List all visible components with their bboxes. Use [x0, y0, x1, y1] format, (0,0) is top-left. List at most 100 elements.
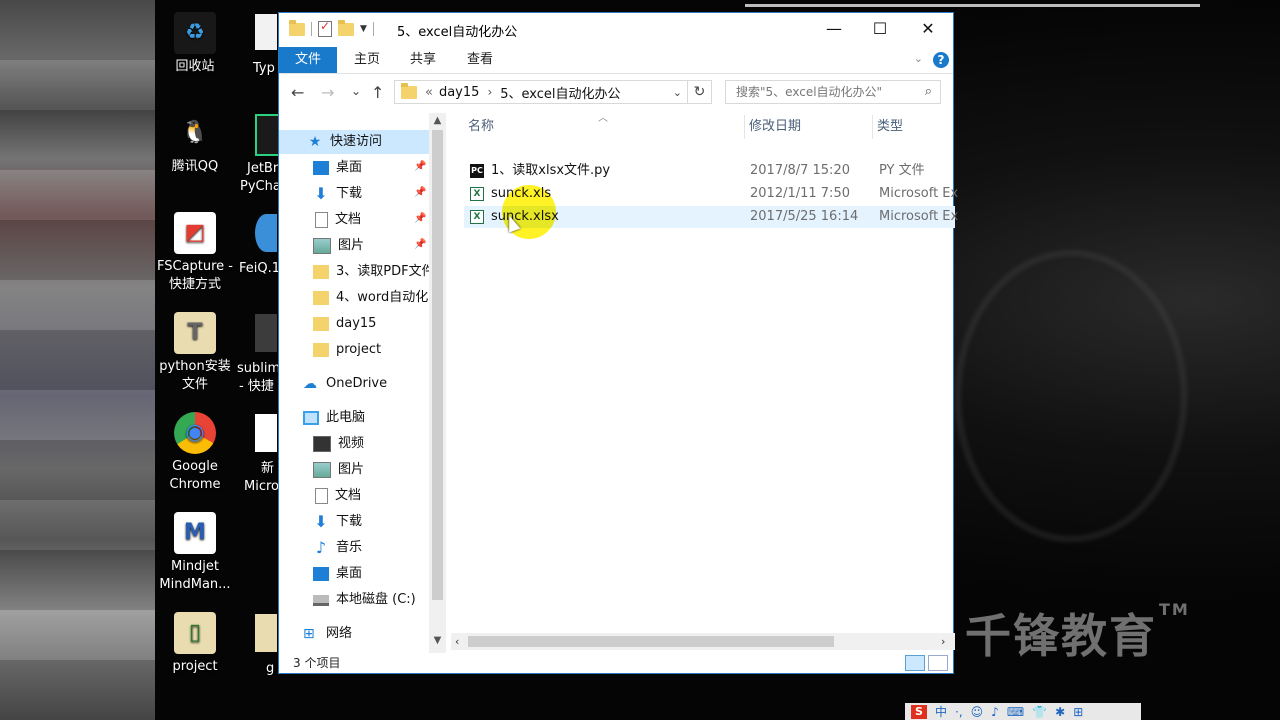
search-input[interactable]: 搜索"5、excel自动化办公" ⌕ — [725, 80, 941, 104]
nav-item-downloads[interactable]: ⬇ 下载 — [279, 182, 362, 206]
file-row[interactable]: PC 1、读取xlsx文件.py 2017/8/7 15:20 PY 文件 — [464, 160, 955, 182]
ime-item[interactable]: ⌨ — [1007, 705, 1024, 719]
desktop-icon-chrome[interactable]: ◉ Google Chrome — [155, 412, 235, 494]
nav-item-pictures[interactable]: 图片 — [279, 234, 364, 258]
customize-toolbar-dropdown-icon[interactable]: ▼ — [360, 24, 367, 34]
desktop-icon-python-installer[interactable]: T python安装文件 — [155, 312, 235, 394]
nav-item-pc-downloads[interactable]: ⬇ 下载 — [279, 510, 362, 534]
desktop-icon-label: project — [172, 659, 218, 674]
desktop-icon-label: Google Chrome — [169, 459, 221, 492]
nav-item-folder-pdf[interactable]: 3、读取PDF文件 — [279, 260, 429, 284]
cloud-icon: ☁ — [303, 376, 317, 392]
breadcrumb-day15[interactable]: day15 — [439, 85, 479, 100]
tab-home[interactable]: 主页 — [341, 49, 393, 71]
pictures-icon — [313, 238, 331, 254]
status-bar: 3 个项目 — [279, 653, 953, 674]
recent-locations-dropdown[interactable]: ⌄ — [351, 84, 361, 98]
file-list: ︿ 名称 修改日期 类型 PC 1、读取xlsx文件.py 2017/8/7 1… — [446, 113, 958, 653]
folder-icon — [313, 343, 329, 357]
breadcrumb-separator-icon[interactable]: › — [487, 85, 492, 99]
navigation-pane: ★ 快速访问 桌面 📌 ⬇ 下载 📌 文档 📌 图片 📌 3、读取PDF文件 4、w… — [279, 113, 429, 653]
tab-share[interactable]: 共享 — [397, 49, 449, 71]
partial-app-icon — [255, 414, 277, 452]
ime-item[interactable]: ·, — [955, 705, 963, 719]
forward-button[interactable]: → — [321, 83, 334, 102]
maximize-button[interactable]: ☐ — [857, 13, 903, 43]
pin-icon[interactable]: 📌 — [414, 239, 426, 250]
ime-item[interactable]: 👕 — [1032, 705, 1047, 719]
help-icon[interactable]: ? — [933, 52, 949, 68]
nav-item-quick-access[interactable]: ★ 快速访问 — [279, 130, 429, 154]
file-date: 2012/1/11 7:50 — [750, 186, 850, 201]
partial-icon-label: JetBr — [247, 161, 279, 176]
column-header-date[interactable]: 修改日期 — [749, 113, 801, 141]
tab-file[interactable]: 文件 — [279, 47, 337, 73]
details-view-button[interactable] — [905, 655, 925, 671]
new-folder-icon[interactable] — [338, 19, 354, 36]
back-button[interactable]: ← — [291, 83, 304, 102]
title-bar[interactable]: ▼ 5、excel自动化办公 — ☐ ✕ — [279, 13, 953, 45]
file-list-horizontal-scrollbar[interactable]: ‹ › — [451, 633, 955, 650]
pin-icon[interactable]: 📌 — [414, 161, 426, 172]
scroll-left-arrow-icon[interactable]: ‹ — [455, 633, 459, 650]
column-divider[interactable] — [744, 115, 745, 139]
minimize-button[interactable]: — — [811, 13, 857, 43]
sogou-ime-icon[interactable]: S — [911, 704, 927, 719]
nav-item-folder-day15[interactable]: day15 — [279, 312, 376, 336]
column-divider[interactable] — [872, 115, 873, 139]
pin-icon[interactable]: 📌 — [414, 187, 426, 198]
nav-item-network[interactable]: ⊞ 网络 — [279, 622, 352, 646]
column-header-name[interactable]: 名称 — [468, 113, 494, 141]
ime-toolbar[interactable]: S 中 ·, ☺ ♪ ⌨ 👕 ✱ ⊞ — [905, 703, 1141, 720]
nav-item-pc-documents[interactable]: 文档 — [279, 484, 361, 508]
desktop-icon-mindjet[interactable]: M Mindjet MindMan... — [155, 512, 235, 594]
nav-item-pc-desktop[interactable]: 桌面 — [279, 562, 362, 586]
nav-item-music[interactable]: ♪ 音乐 — [279, 536, 362, 560]
desktop-icon-fscapture[interactable]: ◩ FSCapture - 快捷方式 — [155, 212, 235, 294]
ime-item[interactable]: 中 — [935, 703, 947, 720]
scroll-up-arrow-icon[interactable]: ▲ — [429, 115, 446, 126]
search-icon[interactable]: ⌕ — [925, 81, 932, 103]
download-icon: ⬇ — [314, 512, 328, 531]
expand-ribbon-chevron-icon[interactable]: ⌄ — [914, 52, 923, 65]
nav-label: 本地磁盘 (C:) — [336, 592, 416, 607]
ime-item[interactable]: ♪ — [991, 705, 999, 719]
breadcrumb-overflow[interactable]: « — [425, 85, 433, 100]
nav-item-desktop[interactable]: 桌面 — [279, 156, 362, 180]
breadcrumb-current[interactable]: 5、excel自动化办公 — [500, 83, 620, 102]
up-button[interactable]: ↑ — [371, 83, 384, 102]
address-dropdown-chevron-icon[interactable]: ⌄ — [673, 86, 682, 99]
ime-item[interactable]: ✱ — [1055, 705, 1065, 719]
nav-label: 快速访问 — [330, 134, 383, 149]
refresh-button[interactable]: ↻ — [688, 80, 712, 104]
scroll-right-arrow-icon[interactable]: › — [941, 633, 945, 650]
nav-item-onedrive[interactable]: ☁ OneDrive — [279, 372, 387, 396]
nav-item-folder-project[interactable]: project — [279, 338, 381, 362]
pin-icon[interactable]: 📌 — [414, 213, 426, 224]
properties-icon[interactable] — [318, 19, 332, 37]
ime-item[interactable]: ☺ — [971, 705, 984, 719]
nav-label: 桌面 — [336, 566, 363, 581]
file-name: 1、读取xlsx文件.py — [491, 163, 611, 178]
tab-view[interactable]: 查看 — [454, 49, 506, 71]
desktop-icon-recycle-bin[interactable]: ♻ 回收站 — [155, 12, 235, 76]
partial-icon-label: Micro — [244, 479, 279, 494]
scrollbar-thumb[interactable] — [432, 130, 443, 600]
nav-item-this-pc[interactable]: 此电脑 — [279, 406, 365, 430]
scrollbar-thumb[interactable] — [468, 636, 834, 647]
hard-drive-icon — [313, 594, 329, 606]
close-button[interactable]: ✕ — [905, 13, 951, 43]
nav-item-documents[interactable]: 文档 — [279, 208, 361, 232]
column-header-type[interactable]: 类型 — [877, 113, 903, 141]
ime-item[interactable]: ⊞ — [1073, 705, 1083, 719]
desktop-icon-project[interactable]: ▯ project — [155, 612, 235, 676]
desktop-icon-qq[interactable]: 🐧 腾讯QQ — [155, 112, 235, 176]
nav-item-folder-word[interactable]: 4、word自动化 — [279, 286, 428, 310]
scroll-down-arrow-icon[interactable]: ▼ — [429, 635, 446, 646]
nav-item-videos[interactable]: 视频 — [279, 432, 364, 456]
nav-item-local-disk[interactable]: 本地磁盘 (C:) — [279, 588, 416, 612]
address-bar[interactable]: « day15 › 5、excel自动化办公 ⌄ — [394, 80, 688, 104]
large-icons-view-button[interactable] — [928, 655, 948, 671]
nav-pane-scrollbar[interactable]: ▲ ▼ — [429, 113, 446, 653]
nav-item-pc-pictures[interactable]: 图片 — [279, 458, 364, 482]
